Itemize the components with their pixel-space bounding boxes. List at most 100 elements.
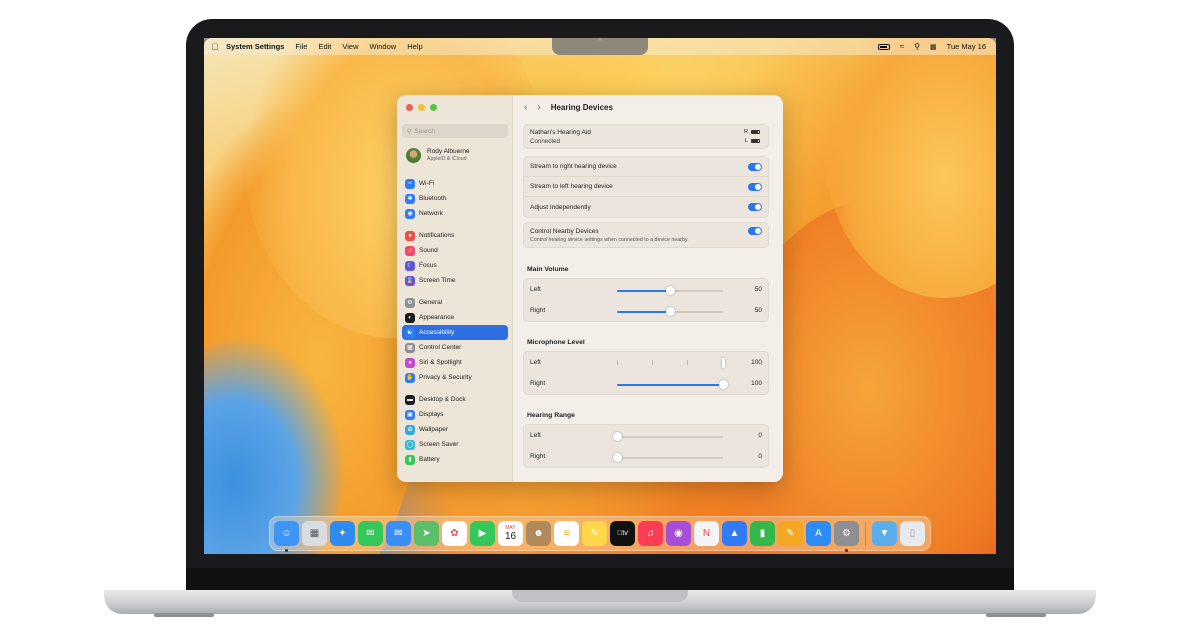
hearing-range-left-slider[interactable] bbox=[612, 432, 723, 441]
dock-app-keynote[interactable]: ▲ bbox=[722, 521, 747, 546]
sidebar-item-notifications[interactable]: ● Notifications bbox=[402, 228, 508, 243]
slider-knob[interactable] bbox=[718, 380, 728, 389]
dock-app-safari[interactable]: ✦ bbox=[330, 521, 355, 546]
sidebar-search[interactable]: ⚲ bbox=[402, 124, 508, 138]
dock-app-app-store[interactable]: A bbox=[806, 521, 831, 546]
apple-id-row[interactable]: Rody Albuerne AppleID & iCloud bbox=[406, 148, 470, 163]
hearing-range-right-slider[interactable] bbox=[612, 453, 723, 462]
slider-knob[interactable] bbox=[612, 432, 622, 441]
sidebar-item-label: Focus bbox=[419, 262, 437, 269]
dock-app-reminders[interactable]: ≡ bbox=[554, 521, 579, 546]
dock-app-pages[interactable]: ✎ bbox=[778, 521, 803, 546]
sidebar-item-sound[interactable]: ♫ Sound bbox=[402, 243, 508, 258]
menu-window[interactable]: Window bbox=[370, 42, 397, 51]
control-center-menu-icon[interactable]: ▦ bbox=[930, 43, 937, 51]
wifi-status-icon[interactable]: ≈ bbox=[900, 42, 904, 51]
dock-app-photos[interactable]: ✿ bbox=[442, 521, 467, 546]
dock-app-podcasts[interactable]: ◉ bbox=[666, 521, 691, 546]
wallpaper-icon: ✿ bbox=[405, 424, 415, 435]
dock-app-apple-tv[interactable]: tv bbox=[610, 521, 635, 546]
moon-icon: ☾ bbox=[405, 260, 415, 271]
apple-menu-icon[interactable]:  bbox=[204, 42, 226, 52]
dock-app-finder[interactable]: ☺ bbox=[274, 521, 299, 552]
menu-view[interactable]: View bbox=[342, 42, 358, 51]
sidebar-item-desktop-dock[interactable]: ▬ Desktop & Dock bbox=[402, 392, 508, 407]
reminders-icon: ≡ bbox=[563, 528, 570, 539]
sidebar-item-control-center[interactable]: ▦ Control Center bbox=[402, 340, 508, 355]
menu-help[interactable]: Help bbox=[407, 42, 422, 51]
bell-icon: ● bbox=[405, 230, 415, 241]
minimize-button[interactable] bbox=[418, 104, 425, 111]
sidebar-item-displays[interactable]: ▣ Displays bbox=[402, 407, 508, 422]
calendar-day: 16 bbox=[504, 531, 517, 542]
microphone-left-slider[interactable] bbox=[617, 358, 725, 368]
sidebar-item-label: Network bbox=[419, 210, 443, 217]
sidebar-item-label: General bbox=[419, 299, 443, 306]
sidebar-item-network[interactable]: ◉ Network bbox=[402, 206, 508, 221]
nearby-card: Control Nearby Devices Control hearing d… bbox=[523, 222, 769, 248]
back-arrow-icon[interactable]: ‹ bbox=[524, 102, 527, 113]
slider-knob[interactable] bbox=[721, 358, 725, 368]
slider-value: 50 bbox=[754, 286, 762, 293]
stream-right-toggle[interactable] bbox=[748, 163, 762, 171]
dock-app-news[interactable]: N bbox=[694, 521, 719, 546]
sidebar-item-bluetooth[interactable]: ✱ Bluetooth bbox=[402, 191, 508, 206]
sidebar-item-siri-spotlight[interactable]: ● Siri & Spotlight bbox=[402, 355, 508, 370]
search-icon: ⚲ bbox=[407, 128, 412, 135]
dock-app-music[interactable]: ♫ bbox=[638, 521, 663, 546]
search-menu-icon[interactable]: ⚲ bbox=[914, 42, 920, 51]
menu-edit[interactable]: Edit bbox=[318, 42, 331, 51]
menu-file[interactable]: File bbox=[295, 42, 307, 51]
user-name: Rody Albuerne bbox=[427, 148, 470, 155]
slider-knob[interactable] bbox=[665, 286, 675, 295]
sidebar-item-accessibility[interactable]: ☯ Accessibility bbox=[402, 325, 508, 340]
zoom-button[interactable] bbox=[430, 104, 437, 111]
main-volume-left-slider[interactable] bbox=[617, 286, 723, 295]
dock-app-messages[interactable]: ✉ bbox=[358, 521, 383, 546]
dock-app-downloads-folder[interactable]: ▼ bbox=[872, 521, 897, 546]
sidebar-item-general[interactable]: ⚙ General bbox=[402, 295, 508, 310]
hearing-range-card: Left 0 Right 0 bbox=[523, 424, 769, 468]
device-name: Nathan's Hearing Aid bbox=[530, 129, 591, 136]
slider-knob[interactable] bbox=[665, 307, 675, 316]
main-volume-right-slider[interactable] bbox=[617, 307, 723, 316]
nearby-label: Control Nearby Devices bbox=[530, 228, 599, 235]
stream-left-toggle[interactable] bbox=[748, 183, 762, 191]
sidebar-item-appearance[interactable]: ◐ Appearance bbox=[402, 310, 508, 325]
right-battery: R bbox=[744, 129, 760, 135]
menu-clock[interactable]: Tue May 16 bbox=[947, 42, 986, 51]
dock-app-calendar[interactable]: MAY 16 bbox=[498, 521, 523, 546]
adjust-independently-toggle[interactable] bbox=[748, 203, 762, 211]
dock-app-mail[interactable]: ✉ bbox=[386, 521, 411, 546]
sidebar-item-screen-saver[interactable]: ◯ Screen Saver bbox=[402, 437, 508, 452]
sidebar-item-wallpaper[interactable]: ✿ Wallpaper bbox=[402, 422, 508, 437]
keynote-icon: ▲ bbox=[729, 528, 740, 539]
menu-app-name[interactable]: System Settings bbox=[226, 42, 284, 51]
search-input[interactable] bbox=[414, 127, 495, 135]
screensaver-icon: ◯ bbox=[405, 439, 415, 450]
dock-app-contacts[interactable]: ☻ bbox=[526, 521, 551, 546]
sidebar-item-battery[interactable]: ▮ Battery bbox=[402, 452, 508, 467]
launchpad-icon: ▦ bbox=[309, 528, 320, 539]
dock-app-maps[interactable]: ➤ bbox=[414, 521, 439, 546]
nearby-devices-toggle[interactable] bbox=[748, 227, 762, 235]
dock-app-facetime[interactable]: ▶ bbox=[470, 521, 495, 546]
sidebar-item-privacy-security[interactable]: ✋ Privacy & Security bbox=[402, 370, 508, 385]
sidebar-item-label: Desktop & Dock bbox=[419, 396, 466, 403]
dock-app-trash[interactable]: ▯ bbox=[900, 521, 925, 546]
sidebar-item-screen-time[interactable]: ⌛ Screen Time bbox=[402, 273, 508, 288]
battery-status-icon[interactable] bbox=[877, 43, 890, 50]
dock-app-system-settings[interactable]: ⚙ bbox=[834, 521, 859, 552]
sidebar-item-label: Appearance bbox=[419, 314, 455, 321]
slider-knob[interactable] bbox=[612, 453, 622, 462]
microphone-right-slider[interactable] bbox=[617, 380, 728, 389]
close-button[interactable] bbox=[406, 104, 413, 111]
sidebar-item-focus[interactable]: ☾ Focus bbox=[402, 258, 508, 273]
sidebar-item-wi-fi[interactable]: ≈ Wi-Fi bbox=[402, 176, 508, 191]
forward-arrow-icon[interactable]: › bbox=[537, 102, 540, 113]
dock-app-notes[interactable]: ✎ bbox=[582, 521, 607, 546]
dock-app-numbers[interactable]: ▮ bbox=[750, 521, 775, 546]
left-battery-label: L bbox=[744, 138, 748, 144]
dock-app-launchpad[interactable]: ▦ bbox=[302, 521, 327, 546]
